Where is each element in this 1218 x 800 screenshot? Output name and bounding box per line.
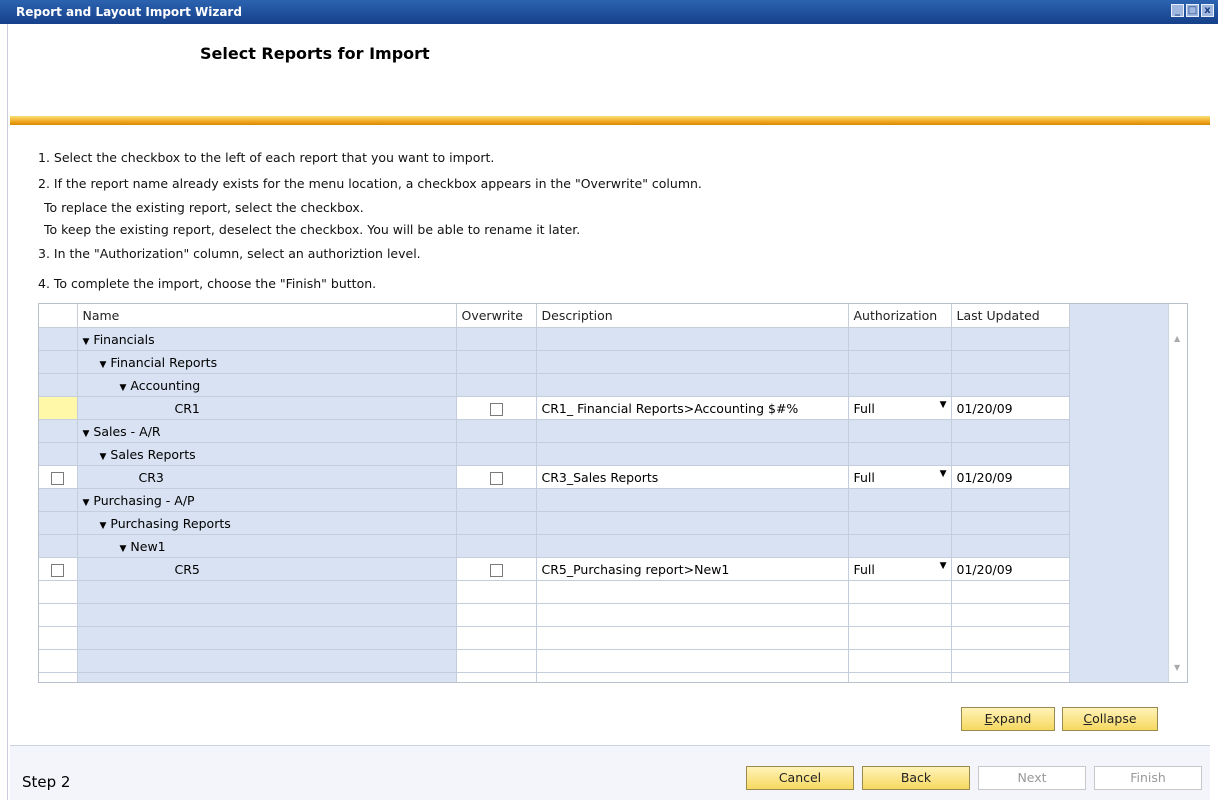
empty-row — [39, 649, 1070, 673]
instruction-3: 3. In the "Authorization" column, select… — [38, 246, 421, 261]
tree-label: Accounting — [130, 377, 201, 393]
overwrite-checkbox[interactable] — [489, 471, 503, 485]
step-indicator: Step 2 — [22, 773, 71, 791]
overwrite-checkbox[interactable] — [489, 402, 503, 416]
minimize-icon[interactable]: _ — [1171, 4, 1184, 17]
report-description: CR1_ Financial Reports>Accounting $#% — [536, 396, 849, 420]
expanded-arrow-icon[interactable]: ▼ — [83, 429, 90, 439]
authorization-column-header[interactable]: Authorization — [848, 304, 952, 328]
tree-label: Sales Reports — [110, 446, 196, 462]
expanded-arrow-icon[interactable]: ▼ — [100, 521, 107, 531]
import-checkbox[interactable] — [51, 471, 65, 485]
back-button[interactable]: Back — [862, 766, 970, 790]
cancel-button[interactable]: Cancel — [746, 766, 854, 790]
tree-label: Purchasing - A/P — [93, 492, 195, 508]
instruction-2a: To replace the existing report, select t… — [44, 200, 364, 215]
header-divider — [10, 116, 1210, 125]
import-checkbox[interactable] — [51, 563, 65, 577]
description-column-header[interactable]: Description — [536, 304, 849, 328]
page-title: Select Reports for Import — [200, 44, 430, 63]
instruction-2b: To keep the existing report, deselect th… — [44, 222, 581, 237]
dropdown-arrow-icon[interactable]: ▼ — [940, 469, 947, 479]
grid-header-row: Name Overwrite Description Authorization… — [39, 304, 1070, 328]
tree-label: Purchasing Reports — [110, 515, 231, 531]
report-row-cr3[interactable]: CR3 CR3_Sales Reports Full ▼ 01/20/09 — [39, 465, 1070, 489]
overwrite-checkbox[interactable] — [489, 563, 503, 577]
close-icon[interactable]: x — [1201, 4, 1214, 17]
scroll-up-icon[interactable]: ▲ — [1174, 334, 1180, 343]
tree-row-new1[interactable]: ▼ New1 — [39, 534, 1070, 558]
instruction-2: 2. If the report name already exists for… — [38, 176, 702, 191]
authorization-dropdown[interactable]: Full ▼ — [848, 396, 952, 420]
window-title: Report and Layout Import Wizard — [16, 5, 242, 19]
report-row-cr1[interactable]: CR1 CR1_ Financial Reports>Accounting $#… — [39, 396, 1070, 420]
expanded-arrow-icon[interactable]: ▼ — [120, 383, 127, 393]
next-button[interactable]: Next — [978, 766, 1086, 790]
scroll-down-icon[interactable]: ▼ — [1174, 663, 1180, 672]
instruction-1: 1. Select the checkbox to the left of ea… — [38, 150, 495, 165]
last-updated: 01/20/09 — [951, 396, 1070, 420]
last-updated: 01/20/09 — [951, 465, 1070, 489]
report-name: CR5 — [77, 557, 457, 581]
instruction-4: 4. To complete the import, choose the "F… — [38, 276, 377, 291]
window-frame — [0, 24, 8, 800]
authorization-dropdown[interactable]: Full ▼ — [848, 557, 952, 581]
vertical-scrollbar[interactable]: ▲ ▼ — [1168, 304, 1187, 682]
authorization-dropdown[interactable]: Full ▼ — [848, 465, 952, 489]
report-description: CR3_Sales Reports — [536, 465, 849, 489]
title-bar: Report and Layout Import Wizard _ □ x — [0, 0, 1218, 24]
report-name: CR3 — [77, 465, 457, 489]
expanded-arrow-icon[interactable]: ▼ — [100, 452, 107, 462]
reports-grid: Name Overwrite Description Authorization… — [38, 303, 1188, 683]
tree-row-sales-reports[interactable]: ▼ Sales Reports — [39, 442, 1070, 466]
wizard-header: Select Reports for Import — [10, 24, 1210, 116]
last-updated: 01/20/09 — [951, 557, 1070, 581]
tree-row-purchasing[interactable]: ▼ Purchasing - A/P — [39, 488, 1070, 512]
expand-button[interactable]: Expand — [961, 707, 1055, 731]
finish-button[interactable]: Finish — [1094, 766, 1202, 790]
tree-row-purchasing-reports[interactable]: ▼ Purchasing Reports — [39, 511, 1070, 535]
expanded-arrow-icon[interactable]: ▼ — [83, 498, 90, 508]
name-column-header[interactable]: Name — [77, 304, 457, 328]
report-description: CR5_Purchasing report>New1 — [536, 557, 849, 581]
tree-label: New1 — [130, 538, 166, 554]
overwrite-column-header[interactable]: Overwrite — [456, 304, 537, 328]
report-name: CR1 — [77, 396, 457, 420]
expanded-arrow-icon[interactable]: ▼ — [100, 360, 107, 370]
last-updated-column-header[interactable]: Last Updated — [951, 304, 1070, 328]
dropdown-arrow-icon[interactable]: ▼ — [940, 561, 947, 571]
tree-label: Financials — [93, 331, 155, 347]
empty-row — [39, 626, 1070, 650]
expanded-arrow-icon[interactable]: ▼ — [120, 544, 127, 554]
empty-row — [39, 603, 1070, 627]
empty-row — [39, 580, 1070, 604]
row-select-cell[interactable] — [39, 396, 78, 420]
empty-row — [39, 672, 1070, 682]
tree-row-financials[interactable]: ▼ Financials — [39, 327, 1070, 351]
maximize-icon[interactable]: □ — [1186, 4, 1199, 17]
tree-label: Financial Reports — [110, 354, 218, 370]
dropdown-arrow-icon[interactable]: ▼ — [940, 400, 947, 410]
tree-row-accounting[interactable]: ▼ Accounting — [39, 373, 1070, 397]
report-row-cr5[interactable]: CR5 CR5_Purchasing report>New1 Full ▼ 01/… — [39, 557, 1070, 581]
expanded-arrow-icon[interactable]: ▼ — [83, 337, 90, 347]
select-column-header — [39, 304, 78, 328]
tree-row-financial-reports[interactable]: ▼ Financial Reports — [39, 350, 1070, 374]
tree-row-sales[interactable]: ▼ Sales - A/R — [39, 419, 1070, 443]
tree-label: Sales - A/R — [93, 423, 161, 439]
collapse-button[interactable]: Collapse — [1062, 707, 1158, 731]
